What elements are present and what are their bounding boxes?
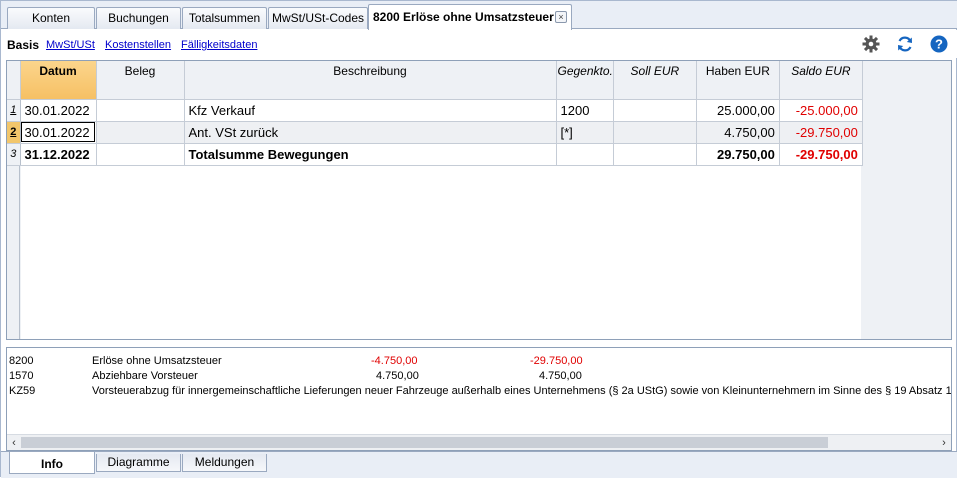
cell-datum[interactable]: 30.01.2022: [20, 99, 97, 122]
view-bar: Basis MwSt/USt Kostenstellen Fälligkeits…: [1, 30, 957, 58]
cell-gegenkto[interactable]: [*]: [556, 121, 614, 144]
info-value-2: 4.750,00: [539, 370, 582, 382]
column-header-haben[interactable]: Haben EUR: [696, 61, 780, 100]
view-faelligkeitsdaten[interactable]: Fälligkeitsdaten: [181, 39, 257, 51]
info-value-1: 4.750,00: [376, 370, 419, 382]
svg-text:?: ?: [935, 37, 943, 52]
app-window: Konten Buchungen Totalsummen MwSt/USt-Co…: [0, 0, 957, 478]
table-row[interactable]: 1 30.01.2022 Kfz Verkauf 1200 25.000,00 …: [7, 99, 863, 122]
cell-soll[interactable]: [613, 143, 697, 166]
cell-soll[interactable]: [613, 99, 697, 122]
cell-beleg[interactable]: [96, 143, 185, 166]
cell-gegenkto[interactable]: [556, 143, 614, 166]
tab-account-8200[interactable]: 8200 Erlöse ohne Umsatzsteuer ×: [368, 4, 572, 30]
cell-gegenkto[interactable]: 1200: [556, 99, 614, 122]
row-number[interactable]: 1: [7, 99, 21, 122]
transactions-grid: Datum Beleg Beschreibung Gegenkto. Soll …: [7, 61, 863, 166]
view-kostenstellen[interactable]: Kostenstellen: [105, 39, 171, 51]
help-icon[interactable]: ?: [929, 34, 949, 54]
info-text: Abziehbare Vorsteuer: [92, 370, 198, 382]
tab-meldungen[interactable]: Meldungen: [182, 454, 267, 472]
row-number[interactable]: 3: [7, 143, 21, 166]
cell-saldo[interactable]: -29.750,00: [779, 121, 863, 144]
column-header-saldo[interactable]: Saldo EUR: [779, 61, 863, 100]
info-text: Vorsteuerabzug für innergemeinschaftlich…: [92, 385, 951, 397]
tab-konten[interactable]: Konten: [7, 7, 95, 29]
gear-icon[interactable]: [861, 34, 881, 54]
table-row-total[interactable]: 3 31.12.2022 Totalsumme Bewegungen 29.75…: [7, 143, 863, 166]
cell-beleg[interactable]: [96, 99, 185, 122]
table-row[interactable]: 2 30.01.2022 Ant. VSt zurück [*] 4.750,0…: [7, 121, 863, 144]
cell-saldo[interactable]: -25.000,00: [779, 99, 863, 122]
tab-totalsummen[interactable]: Totalsummen: [182, 7, 267, 29]
scroll-left-icon[interactable]: ‹: [7, 435, 21, 450]
column-header-datum[interactable]: Datum: [20, 61, 97, 100]
cell-beschreibung[interactable]: Kfz Verkauf: [184, 99, 557, 122]
info-panel: 8200 Erlöse ohne Umsatzsteuer -4.750,00 …: [6, 347, 952, 451]
info-value-2: -29.750,00: [530, 355, 583, 367]
close-icon[interactable]: ×: [555, 11, 567, 23]
info-value-1: -4.750,00: [371, 355, 418, 367]
cell-soll[interactable]: [613, 121, 697, 144]
cell-datum[interactable]: 30.01.2022: [20, 121, 97, 144]
cell-datum[interactable]: 31.12.2022: [20, 143, 97, 166]
cell-saldo[interactable]: -29.750,00: [779, 143, 863, 166]
refresh-icon[interactable]: [895, 34, 915, 54]
tab-diagramme[interactable]: Diagramme: [96, 454, 181, 472]
horizontal-scrollbar[interactable]: ‹ ›: [7, 434, 951, 450]
transactions-table[interactable]: Datum Beleg Beschreibung Gegenkto. Soll …: [6, 60, 952, 340]
table-empty-area: [21, 166, 861, 339]
tab-buchungen[interactable]: Buchungen: [96, 7, 181, 29]
tab-bar: Konten Buchungen Totalsummen MwSt/USt-Co…: [1, 1, 957, 30]
view-mwst[interactable]: MwSt/USt: [46, 39, 95, 51]
column-header-beschreibung[interactable]: Beschreibung: [184, 61, 557, 100]
column-header-gegenkto[interactable]: Gegenkto.: [556, 61, 614, 100]
tab-mwst-codes[interactable]: MwSt/USt-Codes: [268, 7, 368, 29]
bottom-tab-bar: Info Diagramme Meldungen: [1, 451, 957, 478]
table-header: Datum Beleg Beschreibung Gegenkto. Soll …: [7, 61, 863, 100]
row-header-corner: [7, 61, 21, 100]
info-code: 8200: [9, 355, 34, 367]
cell-haben[interactable]: 29.750,00: [696, 143, 780, 166]
column-header-beleg[interactable]: Beleg: [96, 61, 185, 100]
info-line: KZ59 Vorsteuerabzug für innergemeinschaf…: [7, 385, 951, 398]
cell-beschreibung[interactable]: Ant. VSt zurück: [184, 121, 557, 144]
cell-beleg[interactable]: [96, 121, 185, 144]
info-code: 1570: [9, 370, 34, 382]
info-text: Erlöse ohne Umsatzsteuer: [92, 355, 222, 367]
tab-info[interactable]: Info: [9, 452, 95, 474]
column-header-soll[interactable]: Soll EUR: [613, 61, 697, 100]
cell-haben[interactable]: 25.000,00: [696, 99, 780, 122]
tab-account-8200-label: 8200 Erlöse ohne Umsatzsteuer: [373, 10, 554, 24]
cell-haben[interactable]: 4.750,00: [696, 121, 780, 144]
view-basis[interactable]: Basis: [7, 38, 39, 52]
scroll-right-icon[interactable]: ›: [937, 435, 951, 450]
row-number[interactable]: 2: [7, 121, 21, 144]
info-code: KZ59: [9, 385, 36, 397]
scrollbar-thumb[interactable]: [21, 437, 828, 448]
row-header-filler: [7, 166, 20, 339]
cell-beschreibung[interactable]: Totalsumme Bewegungen: [184, 143, 557, 166]
